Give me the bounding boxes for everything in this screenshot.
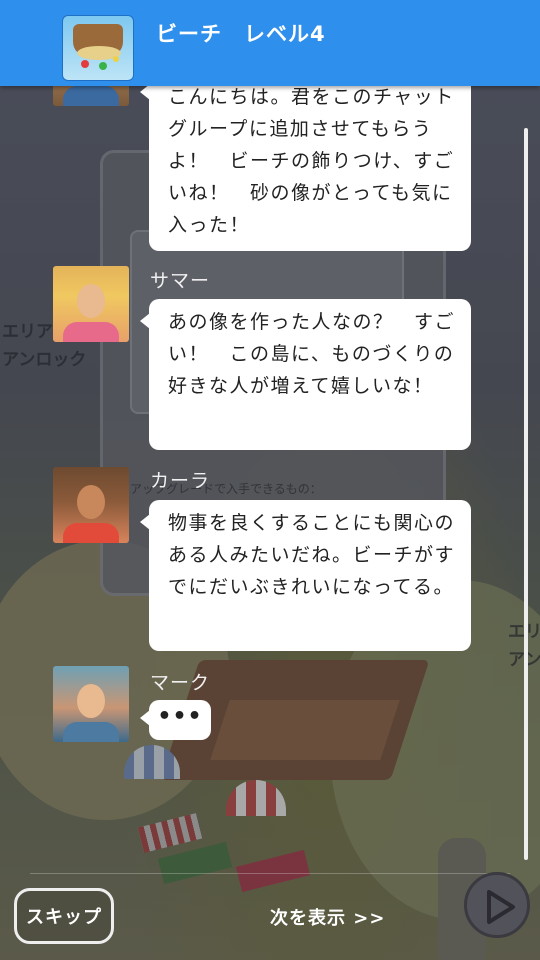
message-bubble: 物事を良くすることにも関心のある人みたいだね。ビーチがすでにだいぶきれいになって…	[140, 500, 471, 651]
beach-towel-red	[235, 849, 311, 893]
chat-header: ビーチ レベル4	[0, 0, 540, 86]
typing-indicator: •••	[140, 700, 211, 740]
mark-avatar	[53, 666, 129, 742]
chat-title: ビーチ レベル4	[156, 22, 326, 46]
beach-umbrella-red	[226, 780, 286, 816]
bottom-divider	[30, 873, 510, 874]
next-button[interactable]: 次を表示 >>	[270, 904, 385, 930]
play-button[interactable]	[464, 872, 530, 938]
skip-button[interactable]: スキップ	[14, 888, 114, 944]
summer-avatar	[53, 266, 129, 342]
message-bubble: こんにちは。君をこのチャットグループに追加させてもらうよ！ ビーチの飾りつけ、す…	[140, 70, 471, 251]
karla-avatar	[53, 467, 129, 543]
beach-towel-green	[157, 841, 233, 885]
play-icon	[487, 890, 515, 924]
beach-towel	[137, 813, 203, 853]
sender-name: マーク	[150, 672, 211, 694]
beach-island-thumbnail-icon	[62, 15, 134, 81]
message-bubble: あの像を作った人なの？ すごい！ この島に、ものづくりの好きな人が増えて嬉しいな…	[140, 299, 471, 450]
chat-scrollbar[interactable]	[524, 128, 528, 860]
wooden-deck-top	[210, 700, 400, 760]
sender-name: サマー	[150, 270, 211, 292]
sender-name: カーラ	[150, 470, 211, 492]
